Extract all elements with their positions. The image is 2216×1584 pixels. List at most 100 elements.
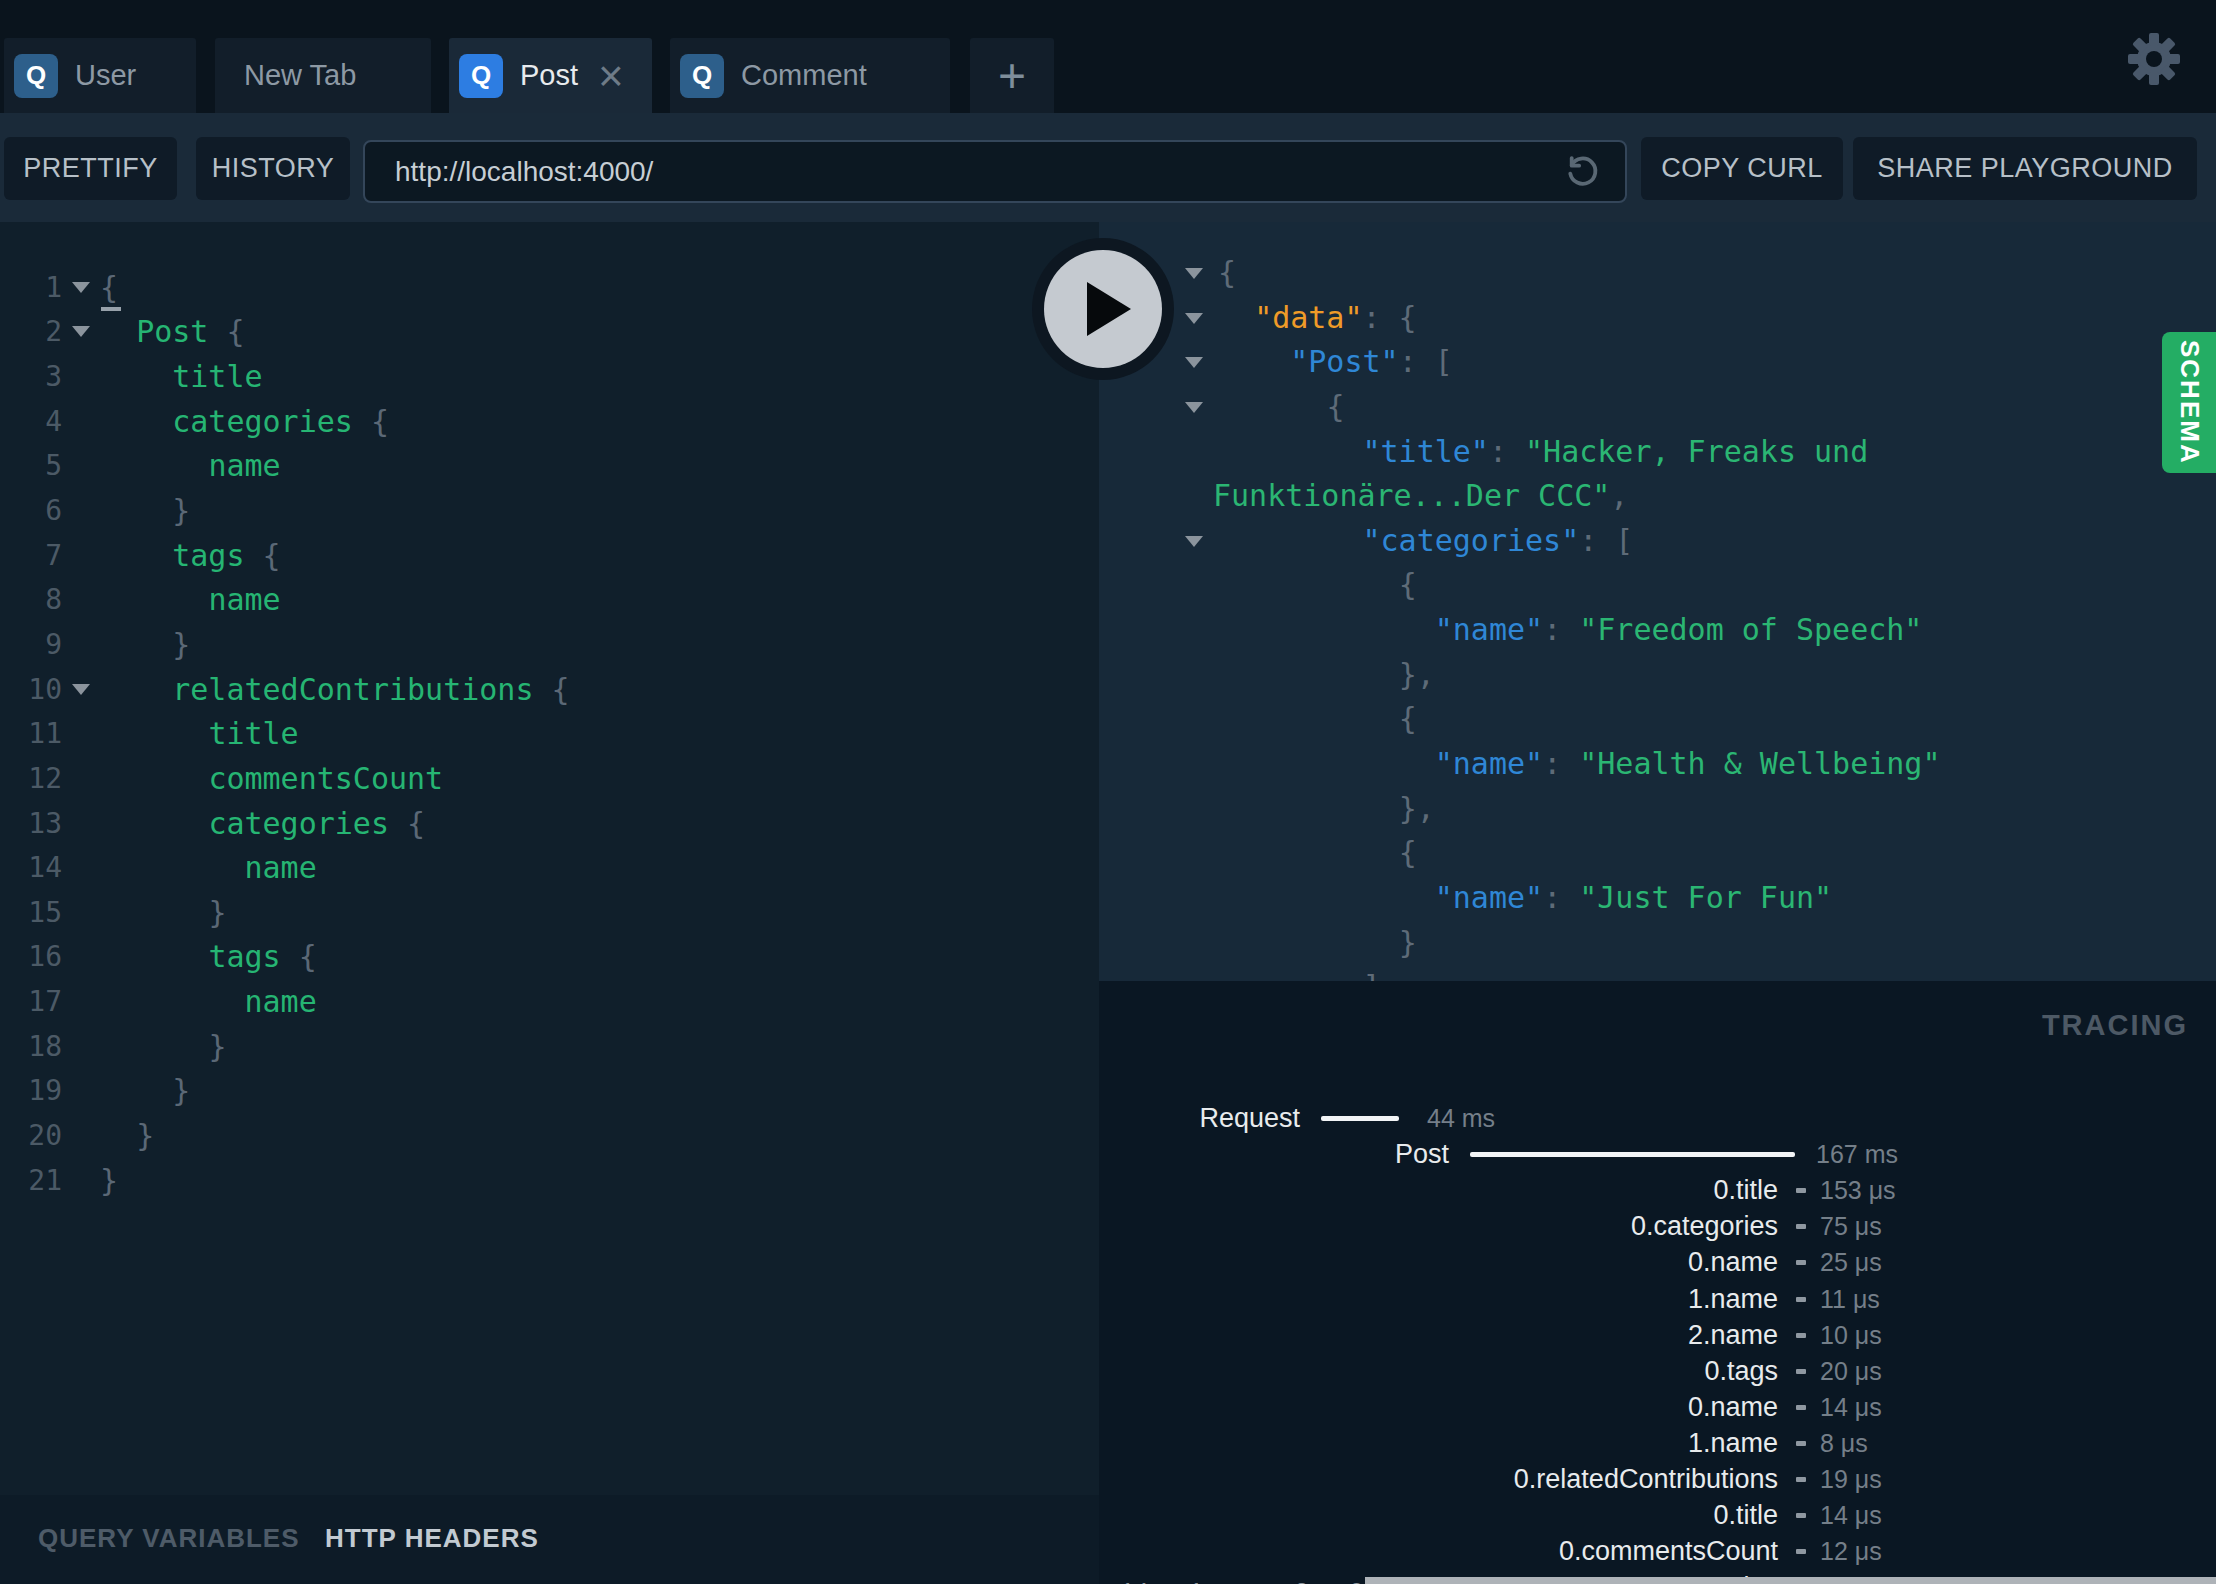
copy-curl-button[interactable]: COPY CURL [1641,137,1843,200]
execute-button[interactable] [1032,238,1174,380]
tracing-label: 0.tags [1704,1355,1778,1387]
line-number: 3 [0,360,62,393]
tab-new-tab[interactable]: New Tab [215,38,431,113]
json-text: Funktionäre...Der CCC", [1213,474,1628,519]
schema-tab[interactable]: SCHEMA [2162,332,2216,473]
editor-line-21[interactable]: 21} [0,1158,1099,1203]
tracing-row-0.title: 0.title153 μs [1099,1174,2216,1206]
code-text: categories { [100,404,389,439]
response-row-5: "title": "Hacker, Freaks und [1099,430,2216,475]
editor-line-19[interactable]: 19 } [0,1069,1099,1114]
response-row-16: } [1099,921,2216,966]
query-editor[interactable]: 1{2 Post {3 title4 categories {5 name6 }… [0,222,1099,1495]
horizontal-scrollbar[interactable] [1365,1577,2216,1584]
fold-triangle-icon[interactable] [62,684,100,695]
tab-label: Post [520,59,578,92]
editor-line-17[interactable]: 17 name [0,979,1099,1024]
query-badge: Q [459,54,503,98]
endpoint-url-value: http://localhost:4000/ [395,156,1563,188]
json-text: { [1218,385,1344,430]
json-text: "name": "Just For Fun" [1218,876,1832,921]
response-viewer: { "data": { "Post": [ { "title": "Hacker… [1099,222,2216,981]
timing-tick [1796,1513,1806,1518]
collapse-triangle-icon[interactable] [1185,313,1203,324]
editor-line-11[interactable]: 11 title [0,711,1099,756]
response-row-12: "name": "Health & Wellbeing" [1099,742,2216,787]
line-number: 4 [0,405,62,438]
line-number: 9 [0,628,62,661]
line-number: 7 [0,539,62,572]
query-variables-toggle[interactable]: QUERY VARIABLES [38,1523,300,1554]
editor-line-3[interactable]: 3 title [0,354,1099,399]
fold-triangle-icon[interactable] [62,282,100,293]
tab-post[interactable]: Q Post × [449,38,652,113]
collapse-triangle-icon[interactable] [1185,402,1203,413]
fold-triangle-icon[interactable] [62,326,100,337]
tracing-value: 14 μs [1820,1391,1882,1423]
editor-line-18[interactable]: 18 } [0,1024,1099,1069]
editor-line-12[interactable]: 12 commentsCount [0,756,1099,801]
prettify-button[interactable]: PRETTIFY [4,137,177,200]
json-text: "categories": [ [1218,519,1633,564]
response-row-7: "categories": [ [1099,519,2216,564]
editor-line-1[interactable]: 1{ [0,265,1099,310]
new-tab-button[interactable]: + [970,38,1054,113]
editor-line-4[interactable]: 4 categories { [0,399,1099,444]
code-text: } [100,627,190,662]
tab-user[interactable]: QUser [4,38,196,113]
tracing-value: 153 μs [1820,1174,1896,1206]
tracing-label: 0.title [1713,1499,1778,1531]
json-text: { [1218,251,1236,296]
tracing-row-0.name: 0.name14 μs [1099,1391,2216,1423]
tracing-row-1.name: 1.name11 μs [1099,1283,2216,1315]
response-row-9: "name": "Freedom of Speech" [1099,608,2216,653]
collapse-triangle-icon[interactable] [1185,536,1203,547]
timing-tick [1796,1224,1806,1229]
code-text: name [100,582,281,617]
tracing-label: 0.name [1688,1246,1778,1278]
editor-line-2[interactable]: 2 Post { [0,310,1099,355]
editor-line-5[interactable]: 5 name [0,444,1099,489]
endpoint-url-input[interactable]: http://localhost:4000/ [363,140,1627,203]
response-row-17: ], [1099,965,2216,981]
code-text: categories { [100,806,425,841]
line-number: 13 [0,807,62,840]
editor-line-8[interactable]: 8 name [0,577,1099,622]
editor-line-9[interactable]: 9 } [0,622,1099,667]
settings-gear-icon[interactable] [2127,32,2181,86]
editor-line-6[interactable]: 6 } [0,488,1099,533]
tracing-value: 167 ms [1816,1138,1898,1170]
json-text: { [1218,697,1417,742]
line-number: 14 [0,851,62,884]
editor-line-16[interactable]: 16 tags { [0,935,1099,980]
tracing-label: 0.commentsCount [1559,1535,1778,1567]
collapse-triangle-icon[interactable] [1185,268,1203,279]
editor-line-7[interactable]: 7 tags { [0,533,1099,578]
code-text: } [100,493,190,528]
tab-comment[interactable]: QComment [670,38,950,113]
editor-line-20[interactable]: 20 } [0,1113,1099,1158]
editor-line-10[interactable]: 10 relatedContributions { [0,667,1099,712]
json-text: }, [1218,653,1435,698]
share-playground-button[interactable]: SHARE PLAYGROUND [1853,137,2197,200]
tracing-value: 19 μs [1820,1463,1882,1495]
editor-line-14[interactable]: 14 name [0,845,1099,890]
reload-icon[interactable] [1563,153,1601,191]
http-headers-toggle[interactable]: HTTP HEADERS [325,1523,539,1554]
editor-line-15[interactable]: 15 } [0,890,1099,935]
tracing-title: TRACING [2042,1009,2188,1042]
line-number: 18 [0,1030,62,1063]
history-button[interactable]: HISTORY [196,137,350,200]
tab-label: Comment [741,59,867,92]
response-row-8: { [1099,563,2216,608]
line-number: 16 [0,940,62,973]
tracing-value: 12 μs [1820,1535,1882,1567]
json-text: { [1218,563,1417,608]
collapse-triangle-icon[interactable] [1185,357,1203,368]
line-number: 2 [0,315,62,348]
editor-footer: QUERY VARIABLES HTTP HEADERS [0,1495,1099,1584]
close-tab-icon[interactable]: × [598,61,624,91]
code-text: } [100,1118,154,1153]
editor-line-13[interactable]: 13 categories { [0,801,1099,846]
code-text: title [100,359,263,394]
